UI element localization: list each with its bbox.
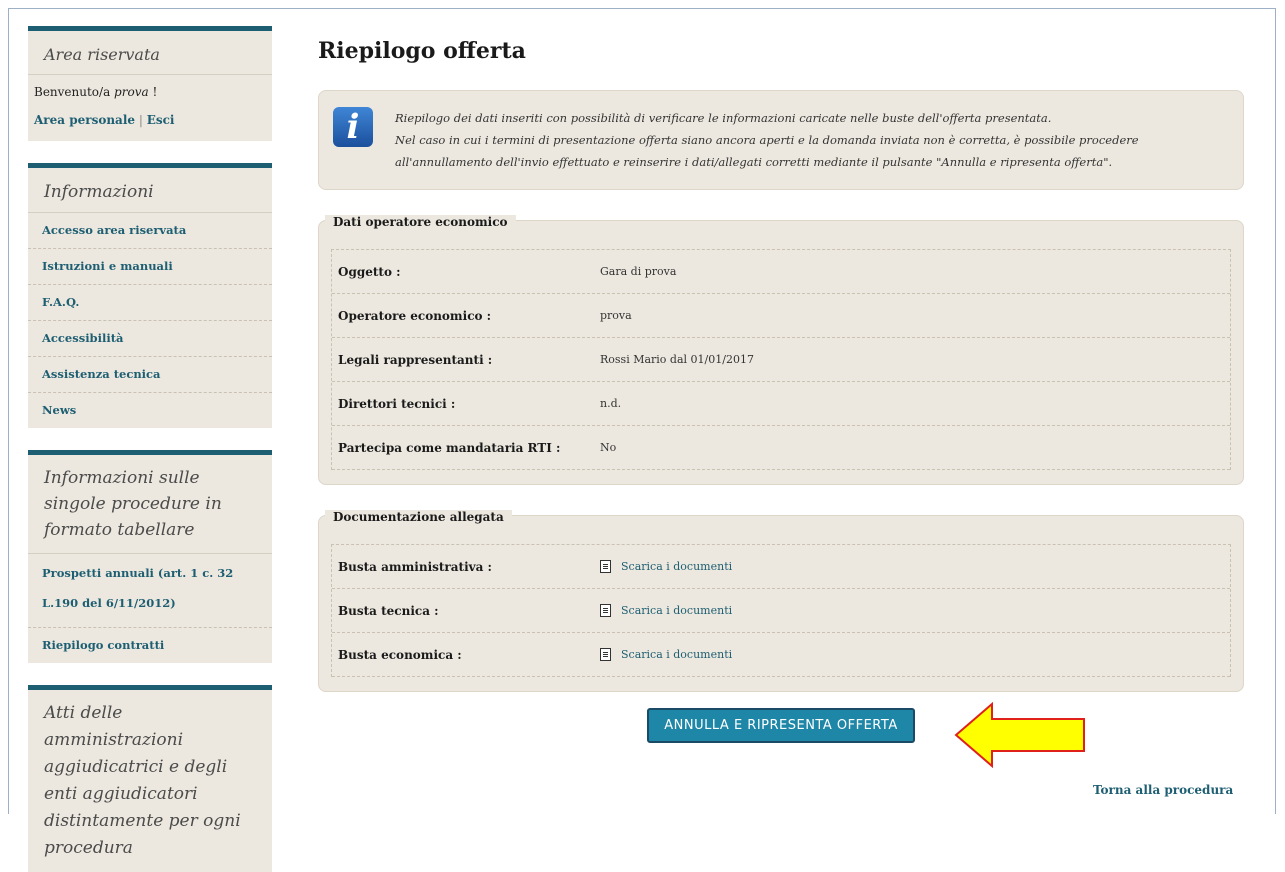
main-content: Riepilogo offerta i Riepilogo dei dati i… <box>318 26 1244 768</box>
document-icon <box>600 560 611 573</box>
atti-block: Atti delle amministrazioni aggiudicatric… <box>28 685 272 872</box>
documentazione-legend: Documentazione allegata <box>325 510 512 524</box>
sidebar: Area riservata Benvenuto/a prova ! Area … <box>28 26 272 872</box>
row-value: prova <box>600 309 632 322</box>
dati-operatore-legend: Dati operatore economico <box>325 215 516 229</box>
table-row: Busta economica : Scarica i documenti <box>332 633 1230 677</box>
row-value: n.d. <box>600 397 622 410</box>
documentazione-section: Documentazione allegata Busta amministra… <box>318 510 1244 692</box>
scarica-documenti-economica-link[interactable]: Scarica i documenti <box>600 648 732 661</box>
welcome-prefix: Benvenuto/a <box>34 85 115 99</box>
info-icon: i <box>333 107 373 147</box>
informazioni-block: Informazioni Accesso area riservata Istr… <box>28 163 272 428</box>
sidebar-item-istruzioni[interactable]: Istruzioni e manuali <box>28 249 272 285</box>
user-links: Area personale | Esci <box>28 99 272 141</box>
sidebar-item-assistenza[interactable]: Assistenza tecnica <box>28 357 272 393</box>
scarica-documenti-tecnica-link[interactable]: Scarica i documenti <box>600 604 732 617</box>
scarica-documenti-amministrativa-link[interactable]: Scarica i documenti <box>600 560 732 573</box>
row-label: Busta economica : <box>338 647 462 662</box>
welcome-suffix: ! <box>148 85 158 99</box>
info-box: i Riepilogo dei dati inseriti con possib… <box>318 90 1244 190</box>
table-row: Legali rappresentanti : Rossi Mario dal 0… <box>332 338 1230 382</box>
annulla-ripresenta-button[interactable]: ANNULLA E RIPRESENTA OFFERTA <box>647 708 915 743</box>
row-label: Legali rappresentanti : <box>338 352 493 367</box>
torna-procedura-link[interactable]: Torna alla procedura <box>1093 783 1233 797</box>
welcome-text: Benvenuto/a prova ! <box>28 75 272 99</box>
tabellare-title: Informazioni sulle singole procedure in … <box>28 455 272 554</box>
link-text: Scarica i documenti <box>621 648 733 661</box>
info-line-1: Riepilogo dei dati inseriti con possibil… <box>395 111 1052 125</box>
row-value: Rossi Mario dal 01/01/2017 <box>600 353 754 366</box>
table-row: Oggetto : Gara di prova <box>332 250 1230 294</box>
sidebar-item-accesso[interactable]: Accesso area riservata <box>28 213 272 249</box>
area-riservata-block: Area riservata Benvenuto/a prova ! Area … <box>28 26 272 141</box>
row-value: Gara di prova <box>600 265 677 278</box>
area-riservata-title: Area riservata <box>28 31 272 75</box>
row-label: Busta tecnica : <box>338 603 439 618</box>
row-label: Oggetto : <box>338 264 401 279</box>
table-row: Direttori tecnici : n.d. <box>332 382 1230 426</box>
sidebar-item-news[interactable]: News <box>28 393 272 428</box>
sidebar-item-prospetti[interactable]: Prospetti annuali (art. 1 c. 32 L.190 de… <box>28 554 272 628</box>
informazioni-title: Informazioni <box>28 168 272 213</box>
link-text: Scarica i documenti <box>621 560 733 573</box>
sidebar-item-riepilogo-contratti[interactable]: Riepilogo contratti <box>28 628 272 663</box>
welcome-user: prova <box>114 85 149 99</box>
row-label: Direttori tecnici : <box>338 396 456 411</box>
info-text: Riepilogo dei dati inseriti con possibil… <box>395 107 1223 173</box>
dati-operatore-table: Oggetto : Gara di prova Operatore economi… <box>331 249 1231 470</box>
row-label: Busta amministrativa : <box>338 559 492 574</box>
table-row: Operatore economico : prova <box>332 294 1230 338</box>
document-icon <box>600 648 611 661</box>
button-area: ANNULLA E RIPRESENTA OFFERTA <box>318 702 1244 768</box>
sidebar-item-accessibilita[interactable]: Accessibilità <box>28 321 272 357</box>
documentazione-table: Busta amministrativa : Scarica i document… <box>331 544 1231 677</box>
page-title: Riepilogo offerta <box>318 38 526 64</box>
info-line-2: Nel caso in cui i termini di presentazio… <box>395 133 1139 169</box>
arrow-left-icon <box>954 702 1085 768</box>
table-row: Partecipa come mandataria RTI : No <box>332 426 1230 470</box>
table-row: Busta amministrativa : Scarica i document… <box>332 545 1230 589</box>
link-separator: | <box>135 113 147 127</box>
dati-operatore-section: Dati operatore economico Oggetto : Gara d… <box>318 215 1244 485</box>
document-icon <box>600 604 611 617</box>
row-value: No <box>600 441 617 454</box>
sidebar-item-faq[interactable]: F.A.Q. <box>28 285 272 321</box>
row-label: Operatore economico : <box>338 308 492 323</box>
row-label: Partecipa come mandataria RTI : <box>338 440 561 455</box>
table-row: Busta tecnica : Scarica i documenti <box>332 589 1230 633</box>
atti-title: Atti delle amministrazioni aggiudicatric… <box>44 703 241 858</box>
esci-link[interactable]: Esci <box>147 113 175 127</box>
area-personale-link[interactable]: Area personale <box>34 113 135 127</box>
link-text: Scarica i documenti <box>621 604 733 617</box>
tabellare-block: Informazioni sulle singole procedure in … <box>28 450 272 663</box>
